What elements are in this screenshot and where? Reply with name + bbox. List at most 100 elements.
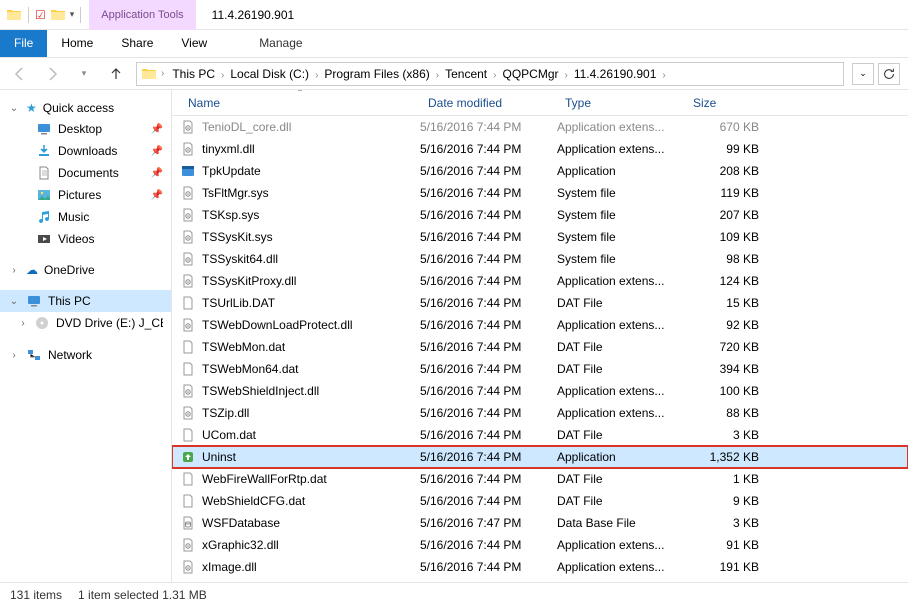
nav-quick-access[interactable]: ⌄ ★ Quick access xyxy=(0,98,171,118)
breadcrumb-box[interactable]: › This PC›Local Disk (C:)›Program Files … xyxy=(136,62,844,86)
nav-label: This PC xyxy=(48,294,91,308)
file-date: 5/16/2016 7:44 PM xyxy=(420,406,557,420)
nav-recent-dropdown[interactable]: ▾ xyxy=(72,62,96,86)
expand-icon[interactable]: ⌄ xyxy=(8,296,20,307)
expand-icon[interactable]: › xyxy=(8,265,20,276)
file-date: 5/16/2016 7:44 PM xyxy=(420,252,557,266)
file-type: Application extens... xyxy=(557,560,685,574)
file-icon xyxy=(180,471,196,487)
file-name: TenioDL_core.dll xyxy=(202,120,420,134)
column-size[interactable]: Size xyxy=(685,92,759,114)
breadcrumb-segment[interactable]: Tencent xyxy=(441,65,491,83)
file-type: DAT File xyxy=(557,296,685,310)
nav-this-pc[interactable]: ⌄ This PC xyxy=(0,290,171,312)
file-name: TSWebDownLoadProtect.dll xyxy=(202,318,420,332)
file-row[interactable]: WebFireWallForRtp.dat5/16/2016 7:44 PMDA… xyxy=(172,468,908,490)
expand-icon[interactable]: › xyxy=(8,350,20,361)
file-row[interactable]: WSFDatabase5/16/2016 7:47 PMData Base Fi… xyxy=(172,512,908,534)
file-row[interactable]: Uninst5/16/2016 7:44 PMApplication1,352 … xyxy=(172,446,908,468)
file-row[interactable]: TpkUpdate5/16/2016 7:44 PMApplication208… xyxy=(172,160,908,182)
folder-icon[interactable] xyxy=(50,7,66,23)
file-name: TSWebMon.dat xyxy=(202,340,420,354)
file-size: 91 KB xyxy=(685,538,759,552)
file-row[interactable]: UCom.dat5/16/2016 7:44 PMDAT File3 KB xyxy=(172,424,908,446)
file-row[interactable]: TSUrlLib.DAT5/16/2016 7:44 PMDAT File15 … xyxy=(172,292,908,314)
chevron-right-icon[interactable]: › xyxy=(159,68,166,79)
breadcrumb-segment[interactable]: This PC xyxy=(168,65,219,83)
nav-item-pictures[interactable]: Pictures📌 xyxy=(0,184,171,206)
file-row[interactable]: xGraphic32.dll5/16/2016 7:44 PMApplicati… xyxy=(172,534,908,556)
nav-item-downloads[interactable]: Downloads📌 xyxy=(0,140,171,162)
file-date: 5/16/2016 7:44 PM xyxy=(420,428,557,442)
file-row[interactable]: TSSyskit64.dll5/16/2016 7:44 PMSystem fi… xyxy=(172,248,908,270)
file-row[interactable]: TSZip.dll5/16/2016 7:44 PMApplication ex… xyxy=(172,402,908,424)
nav-network[interactable]: › Network xyxy=(0,344,171,366)
file-row[interactable]: TSWebShieldInject.dll5/16/2016 7:44 PMAp… xyxy=(172,380,908,402)
file-row[interactable]: TsFltMgr.sys5/16/2016 7:44 PMSystem file… xyxy=(172,182,908,204)
ribbon-tab-share[interactable]: Share xyxy=(107,30,167,57)
nav-forward-button[interactable] xyxy=(40,62,64,86)
file-row[interactable]: TSWebDownLoadProtect.dll5/16/2016 7:44 P… xyxy=(172,314,908,336)
nav-up-button[interactable] xyxy=(104,62,128,86)
nav-item-videos[interactable]: Videos xyxy=(0,228,171,250)
file-size: 208 KB xyxy=(685,164,759,178)
file-date: 5/16/2016 7:44 PM xyxy=(420,186,557,200)
onedrive-icon: ☁ xyxy=(26,263,38,277)
file-list[interactable]: TenioDL_core.dll5/16/2016 7:44 PMApplica… xyxy=(172,116,908,582)
file-size: 1 KB xyxy=(685,472,759,486)
status-bar: 131 items 1 item selected 1.31 MB xyxy=(0,582,908,606)
file-size: 119 KB xyxy=(685,186,759,200)
music-icon xyxy=(36,209,52,225)
nav-dvd-drive[interactable]: › DVD Drive (E:) J_CENA xyxy=(0,312,171,334)
file-row[interactable]: TSKsp.sys5/16/2016 7:44 PMSystem file207… xyxy=(172,204,908,226)
file-row[interactable]: TSWebMon.dat5/16/2016 7:44 PMDAT File720… xyxy=(172,336,908,358)
file-icon xyxy=(180,405,196,421)
file-row[interactable]: xImage.dll5/16/2016 7:44 PMApplication e… xyxy=(172,556,908,578)
nav-onedrive[interactable]: › ☁ OneDrive xyxy=(0,260,171,280)
sort-ascending-icon: ⌃ xyxy=(297,90,304,97)
address-dropdown-button[interactable]: ⌄ xyxy=(852,63,874,85)
breadcrumb-segment[interactable]: 11.4.26190.901 xyxy=(570,65,661,83)
qat-check-icon[interactable]: ☑ xyxy=(35,8,46,22)
chevron-right-icon[interactable]: › xyxy=(434,70,441,81)
chevron-right-icon[interactable]: › xyxy=(660,70,667,81)
nav-item-documents[interactable]: Documents📌 xyxy=(0,162,171,184)
file-date: 5/16/2016 7:47 PM xyxy=(420,516,557,530)
file-row[interactable]: tinyxml.dll5/16/2016 7:44 PMApplication … xyxy=(172,138,908,160)
folder-icon xyxy=(141,66,157,82)
file-icon xyxy=(180,141,196,157)
file-date: 5/16/2016 7:44 PM xyxy=(420,384,557,398)
ribbon-tab-home[interactable]: Home xyxy=(47,30,107,57)
breadcrumb-segment[interactable]: Program Files (x86) xyxy=(320,65,433,83)
file-row[interactable]: TSSysKitProxy.dll5/16/2016 7:44 PMApplic… xyxy=(172,270,908,292)
file-row[interactable]: WebShieldCFG.dat5/16/2016 7:44 PMDAT Fil… xyxy=(172,490,908,512)
nav-label: OneDrive xyxy=(44,263,95,277)
ribbon-tab-file[interactable]: File xyxy=(0,30,47,57)
breadcrumb-segment[interactable]: Local Disk (C:) xyxy=(226,65,313,83)
file-name: TSSysKitProxy.dll xyxy=(202,274,420,288)
column-type[interactable]: Type xyxy=(557,92,685,114)
file-row[interactable]: TSSysKit.sys5/16/2016 7:44 PMSystem file… xyxy=(172,226,908,248)
file-size: 15 KB xyxy=(685,296,759,310)
ribbon-tab-view[interactable]: View xyxy=(167,30,221,57)
chevron-right-icon[interactable]: › xyxy=(563,70,570,81)
nav-item-desktop[interactable]: Desktop📌 xyxy=(0,118,171,140)
expand-icon[interactable]: ⌄ xyxy=(8,103,20,114)
file-row[interactable]: TenioDL_core.dll5/16/2016 7:44 PMApplica… xyxy=(172,116,908,138)
column-name[interactable]: ⌃ Name xyxy=(180,92,420,114)
nav-item-music[interactable]: Music xyxy=(0,206,171,228)
file-row[interactable]: TSWebMon64.dat5/16/2016 7:44 PMDAT File3… xyxy=(172,358,908,380)
computer-icon xyxy=(26,293,42,309)
file-type: Application extens... xyxy=(557,406,685,420)
ribbon-tab-manage[interactable]: Manage xyxy=(239,30,322,57)
qat-dropdown-icon[interactable]: ▾ xyxy=(70,9,75,20)
videos-icon xyxy=(36,231,52,247)
nav-back-button[interactable] xyxy=(8,62,32,86)
refresh-button[interactable] xyxy=(878,63,900,85)
breadcrumb-segment[interactable]: QQPCMgr xyxy=(498,65,562,83)
nav-label: Videos xyxy=(58,232,94,246)
column-date[interactable]: Date modified xyxy=(420,92,557,114)
file-name: TSWebMon64.dat xyxy=(202,362,420,376)
file-icon xyxy=(180,339,196,355)
file-size: 9 KB xyxy=(685,494,759,508)
